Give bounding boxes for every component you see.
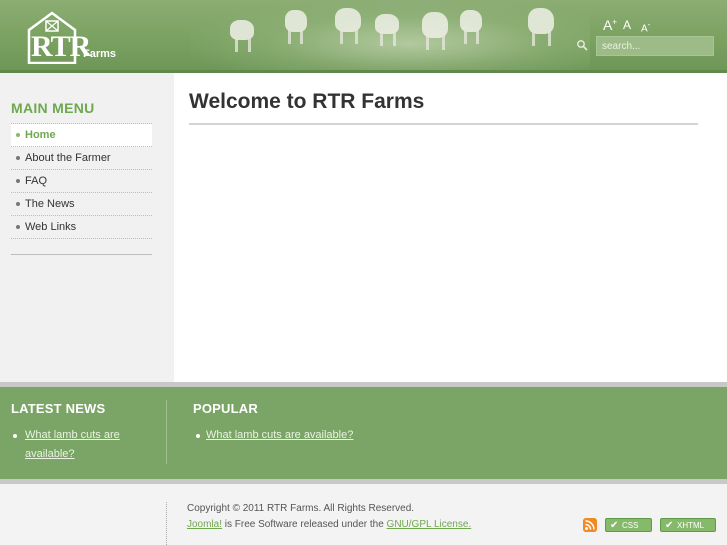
bullet-icon [196,434,200,438]
copyright-text: Copyright © 2011 RTR Farms. All Rights R… [187,503,415,514]
header-photo [190,0,590,73]
search-icon [577,40,588,51]
logo-subtext: Farms [83,48,117,60]
bullet-icon [16,156,20,160]
menu-item-label: Web Links [25,221,77,233]
bullet-icon [13,434,17,438]
menu-item-label: FAQ [25,175,48,187]
menu-item-home[interactable]: Home [11,124,152,147]
license-text: Joomla! is Free Software released under … [187,519,472,530]
module-divider [166,400,167,464]
bullet-icon [16,179,20,183]
rss-icon[interactable] [583,518,597,532]
joomla-link[interactable]: Joomla! [187,519,222,530]
main-menu: Home About the Farmer FAQ The News Web L… [11,124,152,239]
checkmark-icon: ✔ [665,520,674,531]
popular-title: POPULAR [193,401,258,416]
css-valid-badge[interactable]: ✔ CSS [605,518,652,532]
menu-item-label: The News [25,198,75,210]
header: RTR Farms A+ A A- [0,0,727,73]
search-input[interactable] [596,36,714,56]
menu-item-about-the-farmer[interactable]: About the Farmer [11,147,152,170]
xhtml-valid-badge[interactable]: ✔ XHTML [660,518,716,532]
title-divider [189,123,698,125]
sidebar: MAIN MENU Home About the Farmer FAQ The … [0,73,174,382]
latest-news-link[interactable]: What lamb cuts are available? [25,426,155,464]
popular-link[interactable]: What lamb cuts are available? [206,426,353,445]
logo-text: RTR [31,30,91,63]
bullet-icon [16,202,20,206]
sidebar-divider [11,254,152,255]
rtr-farms-logo[interactable]: RTR Farms [27,8,117,64]
main-menu-title: MAIN MENU [11,100,95,116]
footer-divider [166,502,167,545]
menu-item-web-links[interactable]: Web Links [11,216,152,239]
font-reset-button[interactable]: A [623,18,631,32]
font-larger-button[interactable]: A+ [603,17,617,33]
font-smaller-button[interactable]: A- [641,20,650,34]
bullet-icon [16,225,20,229]
gpl-license-link[interactable]: GNU/GPL License. [387,519,472,530]
main-content: Welcome to RTR Farms [174,73,727,382]
footer: Copyright © 2011 RTR Farms. All Rights R… [0,484,727,545]
bottom-modules: LATEST NEWS What lamb cuts are available?… [0,387,727,479]
checkmark-icon: ✔ [610,520,619,531]
menu-item-label: About the Farmer [25,152,111,164]
page-title: Welcome to RTR Farms [189,90,425,113]
bullet-icon [16,133,20,137]
menu-item-faq[interactable]: FAQ [11,170,152,193]
menu-item-label: Home [25,129,56,141]
menu-item-the-news[interactable]: The News [11,193,152,216]
latest-news-title: LATEST NEWS [11,401,106,416]
